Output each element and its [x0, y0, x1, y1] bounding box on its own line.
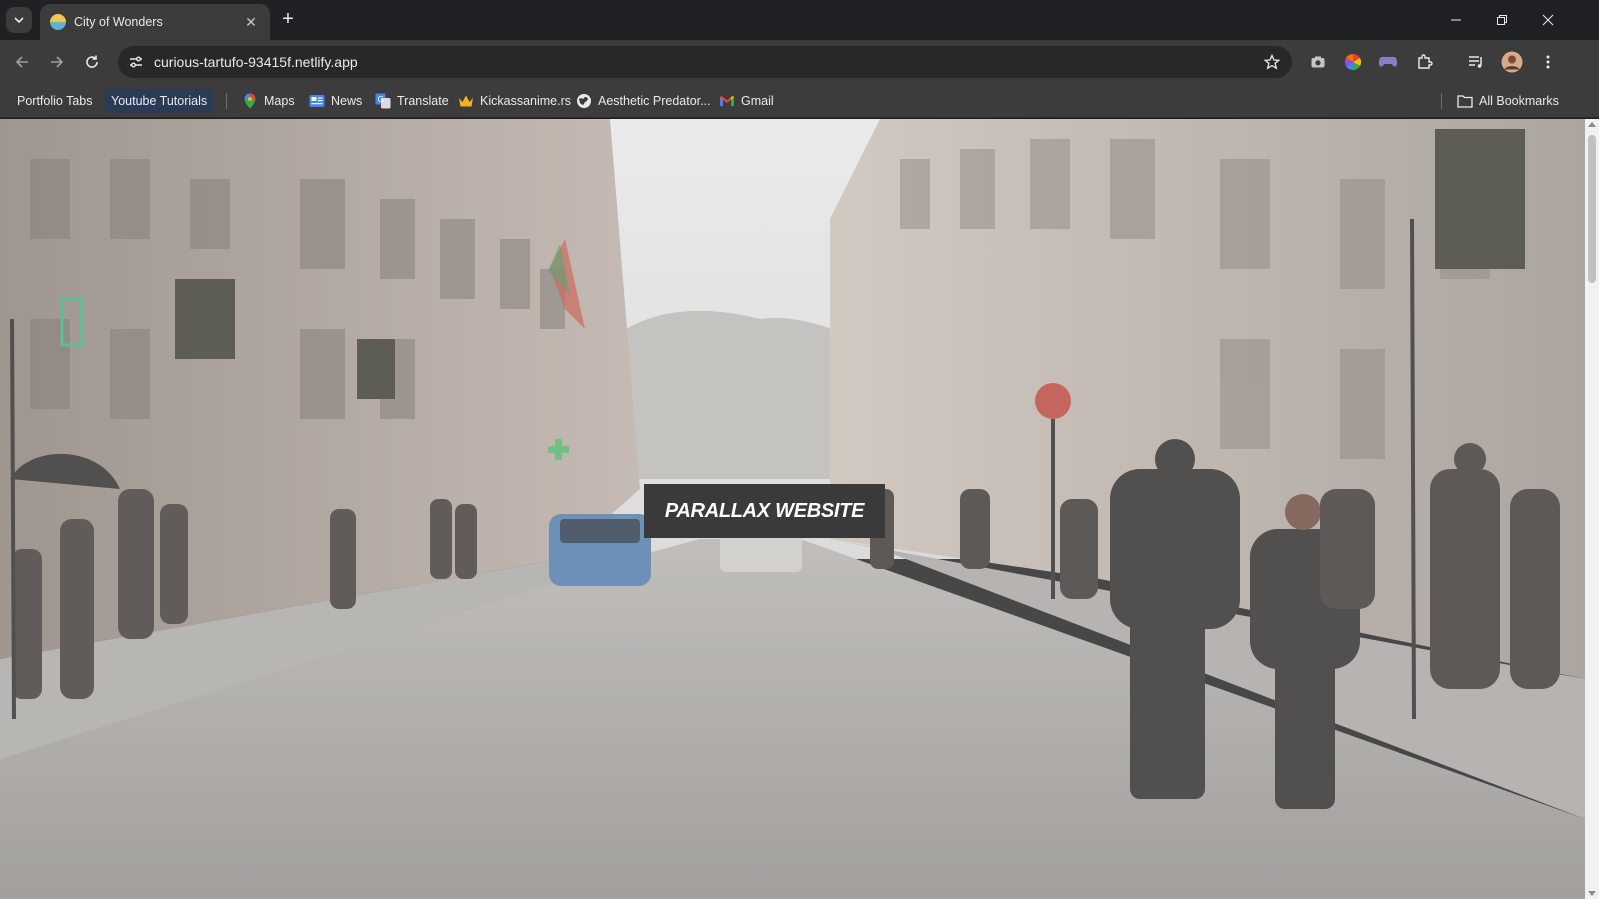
url-text[interactable]: curious-tartufo-93415f.netlify.app — [154, 54, 358, 70]
bookmark-label: Gmail — [741, 94, 774, 108]
screenshot-extension-button[interactable] — [1306, 50, 1330, 74]
minimize-icon — [1451, 19, 1461, 21]
tab-title: City of Wonders — [74, 15, 163, 29]
translate-icon: G — [375, 93, 391, 109]
scroll-down-icon[interactable] — [1588, 891, 1596, 896]
bookmark-news[interactable]: News — [303, 89, 368, 113]
folder-icon — [1457, 93, 1473, 109]
profile-avatar-button[interactable] — [1500, 50, 1524, 74]
bookmark-kickassanime[interactable]: Kickassanime.rs — [452, 89, 577, 113]
bookmark-label: News — [331, 94, 363, 108]
new-tab-button[interactable]: + — [276, 8, 300, 32]
color-wheel-icon — [1344, 53, 1362, 71]
arrow-left-icon — [15, 56, 28, 68]
forward-button[interactable] — [43, 48, 71, 76]
media-controls-button[interactable] — [1464, 50, 1488, 74]
close-tab-icon[interactable]: ✕ — [242, 14, 260, 31]
queue-music-icon — [1469, 56, 1482, 68]
browser-toolbar: curious-tartufo-93415f.netlify.app — [0, 40, 1599, 84]
address-bar[interactable]: curious-tartufo-93415f.netlify.app — [118, 46, 1292, 78]
browser-window: City of Wonders ✕ + curious-tartufo-9341… — [0, 0, 1599, 899]
bookmark-youtube-tutorials[interactable]: Youtube Tutorials — [105, 89, 214, 113]
more-vertical-icon — [1546, 55, 1550, 69]
color-picker-extension-button[interactable] — [1341, 50, 1365, 74]
news-icon — [309, 93, 325, 109]
scrollbar-thumb[interactable] — [1588, 135, 1596, 283]
bookmark-aesthetic-predator[interactable]: Aesthetic Predator... — [570, 89, 717, 113]
bookmark-separator — [226, 93, 227, 109]
bookmark-label: Aesthetic Predator... — [598, 94, 711, 108]
gmail-icon — [719, 93, 735, 109]
site-info-button[interactable] — [124, 50, 148, 74]
arrow-right-icon — [51, 56, 64, 68]
all-bookmarks-label: All Bookmarks — [1479, 94, 1559, 108]
svg-text:G: G — [378, 95, 384, 104]
tab-strip: City of Wonders ✕ + — [0, 0, 1599, 40]
tab-search-button[interactable] — [6, 7, 32, 33]
scroll-up-icon[interactable] — [1588, 122, 1596, 127]
bookmark-label: Maps — [264, 94, 295, 108]
bookmark-gmail[interactable]: Gmail — [713, 89, 780, 113]
close-icon — [1542, 14, 1554, 26]
browser-menu-button[interactable] — [1536, 50, 1560, 74]
all-bookmarks-button[interactable]: All Bookmarks — [1451, 89, 1565, 113]
bookmark-translate[interactable]: G Translate — [369, 89, 455, 113]
chevron-down-icon — [14, 17, 24, 24]
reload-icon — [86, 55, 98, 68]
bookmarks-bar: Portfolio Tabs Youtube Tutorials Maps Ne… — [0, 84, 1599, 118]
bookmark-star-button[interactable] — [1262, 52, 1282, 72]
page-viewport: PARALLAX WEBSITE — [0, 119, 1585, 899]
bookmark-maps[interactable]: Maps — [236, 89, 301, 113]
gamepad-icon — [1378, 57, 1398, 67]
maps-icon — [242, 93, 258, 109]
tune-icon — [130, 56, 142, 68]
page-scrollbar[interactable] — [1585, 119, 1599, 899]
avatar-icon — [1501, 51, 1523, 73]
crown-icon — [458, 93, 474, 109]
bookmark-label: Translate — [397, 94, 449, 108]
back-button[interactable] — [8, 48, 36, 76]
gamepad-extension-button[interactable] — [1376, 50, 1400, 74]
bookmark-separator — [1441, 93, 1442, 109]
bookmark-label: Kickassanime.rs — [480, 94, 571, 108]
restore-button[interactable] — [1479, 0, 1525, 40]
camera-icon — [1311, 56, 1325, 68]
restore-icon — [1497, 15, 1507, 25]
close-window-button[interactable] — [1525, 0, 1571, 40]
globe-icon — [576, 93, 592, 109]
puzzle-icon — [1418, 54, 1433, 69]
tab-active[interactable]: City of Wonders ✕ — [40, 4, 270, 40]
site-favicon-icon — [50, 14, 66, 30]
hero-title: PARALLAX WEBSITE — [644, 484, 885, 538]
star-icon — [1264, 54, 1280, 70]
bookmark-portfolio-tabs[interactable]: Portfolio Tabs — [11, 89, 99, 113]
reload-button[interactable] — [78, 48, 106, 76]
bookmark-label: Portfolio Tabs — [17, 94, 93, 108]
minimize-button[interactable] — [1433, 0, 1479, 40]
bookmark-label: Youtube Tutorials — [111, 94, 208, 108]
extensions-button[interactable] — [1413, 50, 1437, 74]
